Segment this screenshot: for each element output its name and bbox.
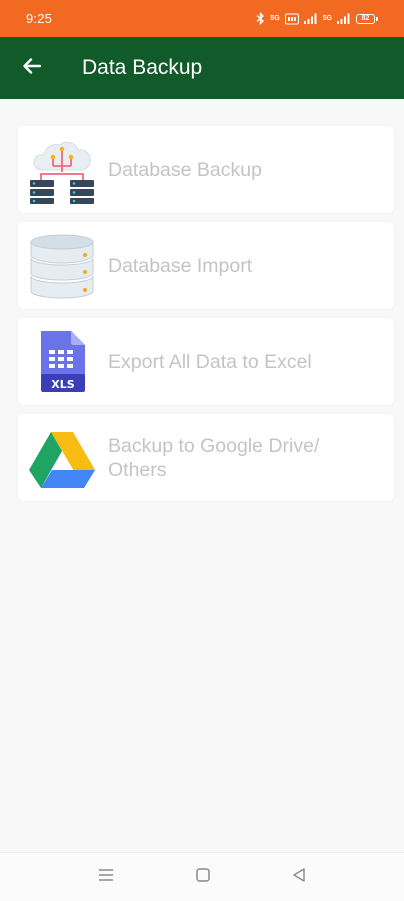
recents-button[interactable] [96,867,116,887]
database-backup-label: Database Backup [108,158,262,181]
network-5g-icon-2: 5G [322,15,332,22]
google-drive-backup-label: Backup to Google Drive/ Others [108,434,320,481]
signal-1-icon [303,13,318,24]
network-5g-icon: 5G [270,15,280,22]
battery-level: 82 [356,13,375,24]
svg-text:XLS: XLS [51,378,74,391]
triangle-back-icon [291,867,307,888]
bluetooth-icon [256,12,265,25]
status-icons: 5G 5G 82 [256,12,378,25]
back-button[interactable] [18,54,46,82]
home-button[interactable] [193,867,213,887]
cloud-server-icon [27,136,97,206]
database-backup-item[interactable]: Database Backup [18,126,394,213]
signal-2-icon [337,13,351,24]
app-bar: Data Backup [0,37,404,99]
database-icon [27,232,97,302]
export-excel-label: Export All Data to Excel [108,350,312,373]
volte-icon [284,13,299,25]
page-title: Data Backup [82,56,203,79]
system-back-button[interactable] [289,867,309,887]
menu-lines-icon [98,868,114,887]
arrow-left-icon [21,55,43,82]
status-time: 9:25 [26,11,53,26]
status-bar: 9:25 5G 5G 82 [0,0,404,37]
database-import-item[interactable]: Database Import [18,222,394,309]
database-import-label: Database Import [108,254,253,277]
battery-icon: 82 [356,13,378,24]
google-drive-icon [27,424,97,494]
square-home-icon [195,867,211,888]
google-drive-backup-item[interactable]: Backup to Google Drive/ Others [18,414,394,501]
xls-file-icon: XLS [27,328,97,398]
export-excel-item[interactable]: XLS Export All Data to Excel [18,318,394,405]
system-nav-bar [0,852,404,901]
backup-options-list: Database Backup Database Import XLS Expo… [18,126,396,510]
